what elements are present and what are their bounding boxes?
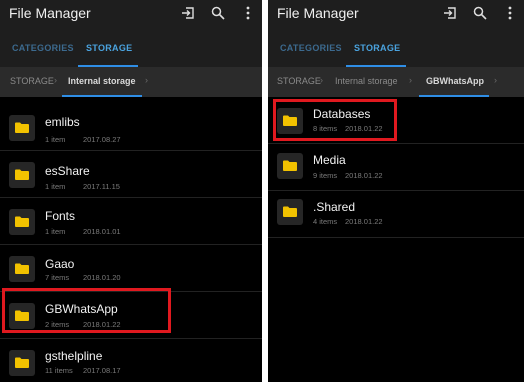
chevron-right-icon: › bbox=[145, 75, 148, 85]
item-name: Media bbox=[313, 153, 346, 167]
list-item[interactable]: esShare 1 item 2017.11.15 bbox=[0, 151, 262, 198]
highlight-box bbox=[273, 99, 397, 141]
item-date: 2017.08.17 bbox=[83, 366, 121, 375]
list-item[interactable]: gsthelpline 11 items 2017.08.17 bbox=[0, 339, 262, 382]
export-icon[interactable] bbox=[442, 5, 458, 21]
search-icon[interactable] bbox=[472, 5, 488, 21]
chevron-right-icon: › bbox=[494, 75, 497, 85]
chevron-right-icon: › bbox=[54, 75, 57, 85]
breadcrumb-gbwhatsapp[interactable]: GBWhatsApp bbox=[426, 76, 484, 86]
item-count: 4 items bbox=[313, 217, 338, 226]
breadcrumb-storage[interactable]: STORAGE bbox=[277, 76, 321, 86]
app-title: File Manager bbox=[9, 5, 91, 21]
breadcrumb-internal-storage[interactable]: Internal storage bbox=[335, 76, 398, 86]
app-bar: File Manager bbox=[268, 0, 524, 28]
folder-icon bbox=[9, 350, 35, 376]
item-count: 1 item bbox=[45, 227, 66, 236]
folder-icon bbox=[277, 153, 303, 179]
list-item[interactable]: Gaao 7 items 2018.01.20 bbox=[0, 245, 262, 292]
folder-icon bbox=[9, 162, 35, 188]
folder-icon bbox=[277, 199, 303, 225]
breadcrumb-internal-storage[interactable]: Internal storage bbox=[68, 76, 136, 86]
item-date: 2017.08.27 bbox=[83, 135, 121, 144]
tab-categories[interactable]: CATEGORIES bbox=[280, 43, 342, 53]
item-count: 1 item bbox=[45, 135, 66, 144]
breadcrumb: STORAGE › Internal storage › bbox=[0, 67, 262, 97]
item-date: 2018.01.01 bbox=[83, 227, 121, 236]
item-date: 2018.01.22 bbox=[345, 217, 383, 226]
item-name: Gaao bbox=[45, 257, 75, 271]
app-bar: File Manager bbox=[0, 0, 262, 28]
app-title: File Manager bbox=[277, 5, 359, 21]
item-date: 2017.11.15 bbox=[83, 182, 120, 191]
item-date: 2018.01.20 bbox=[83, 273, 121, 282]
item-date: 2018.01.22 bbox=[345, 171, 383, 180]
right-screen: File Manager CATEGORIES STORAGE STORAGE … bbox=[268, 0, 524, 382]
item-count: 1 item bbox=[45, 182, 66, 191]
folder-icon bbox=[9, 115, 35, 141]
item-count: 11 items bbox=[45, 366, 73, 375]
more-vertical-icon[interactable] bbox=[240, 5, 256, 21]
list-item[interactable]: .Shared 4 items 2018.01.22 bbox=[268, 191, 524, 238]
tab-bar: CATEGORIES STORAGE bbox=[0, 28, 262, 67]
list-item[interactable]: Media 9 items 2018.01.22 bbox=[268, 144, 524, 191]
breadcrumb-indicator bbox=[62, 95, 142, 97]
item-name: gsthelpline bbox=[45, 349, 103, 363]
item-count: 9 items bbox=[313, 171, 338, 180]
folder-icon bbox=[9, 209, 35, 235]
folder-icon bbox=[9, 256, 35, 282]
search-icon[interactable] bbox=[210, 5, 226, 21]
item-name: emlibs bbox=[45, 115, 80, 129]
item-name: .Shared bbox=[313, 200, 356, 214]
left-screen: File Manager CATEGORIES STORAGE STORAGE … bbox=[0, 0, 262, 382]
more-vertical-icon[interactable] bbox=[502, 5, 518, 21]
chevron-right-icon: › bbox=[320, 75, 323, 85]
tab-storage[interactable]: STORAGE bbox=[86, 43, 132, 53]
tab-categories[interactable]: CATEGORIES bbox=[12, 43, 74, 53]
tab-storage[interactable]: STORAGE bbox=[354, 43, 400, 53]
item-count: 7 items bbox=[45, 273, 70, 282]
chevron-right-icon: › bbox=[409, 75, 412, 85]
breadcrumb-storage[interactable]: STORAGE bbox=[10, 76, 54, 86]
list-item[interactable]: emlibs 1 item 2017.08.27 bbox=[0, 104, 262, 151]
highlight-box bbox=[2, 288, 171, 333]
tab-bar: CATEGORIES STORAGE bbox=[268, 28, 524, 67]
list-item[interactable]: Fonts 1 item 2018.01.01 bbox=[0, 198, 262, 245]
breadcrumb: STORAGE › Internal storage › GBWhatsApp … bbox=[268, 67, 524, 97]
item-name: Fonts bbox=[45, 209, 76, 223]
export-icon[interactable] bbox=[180, 5, 196, 21]
item-name: esShare bbox=[45, 164, 90, 178]
